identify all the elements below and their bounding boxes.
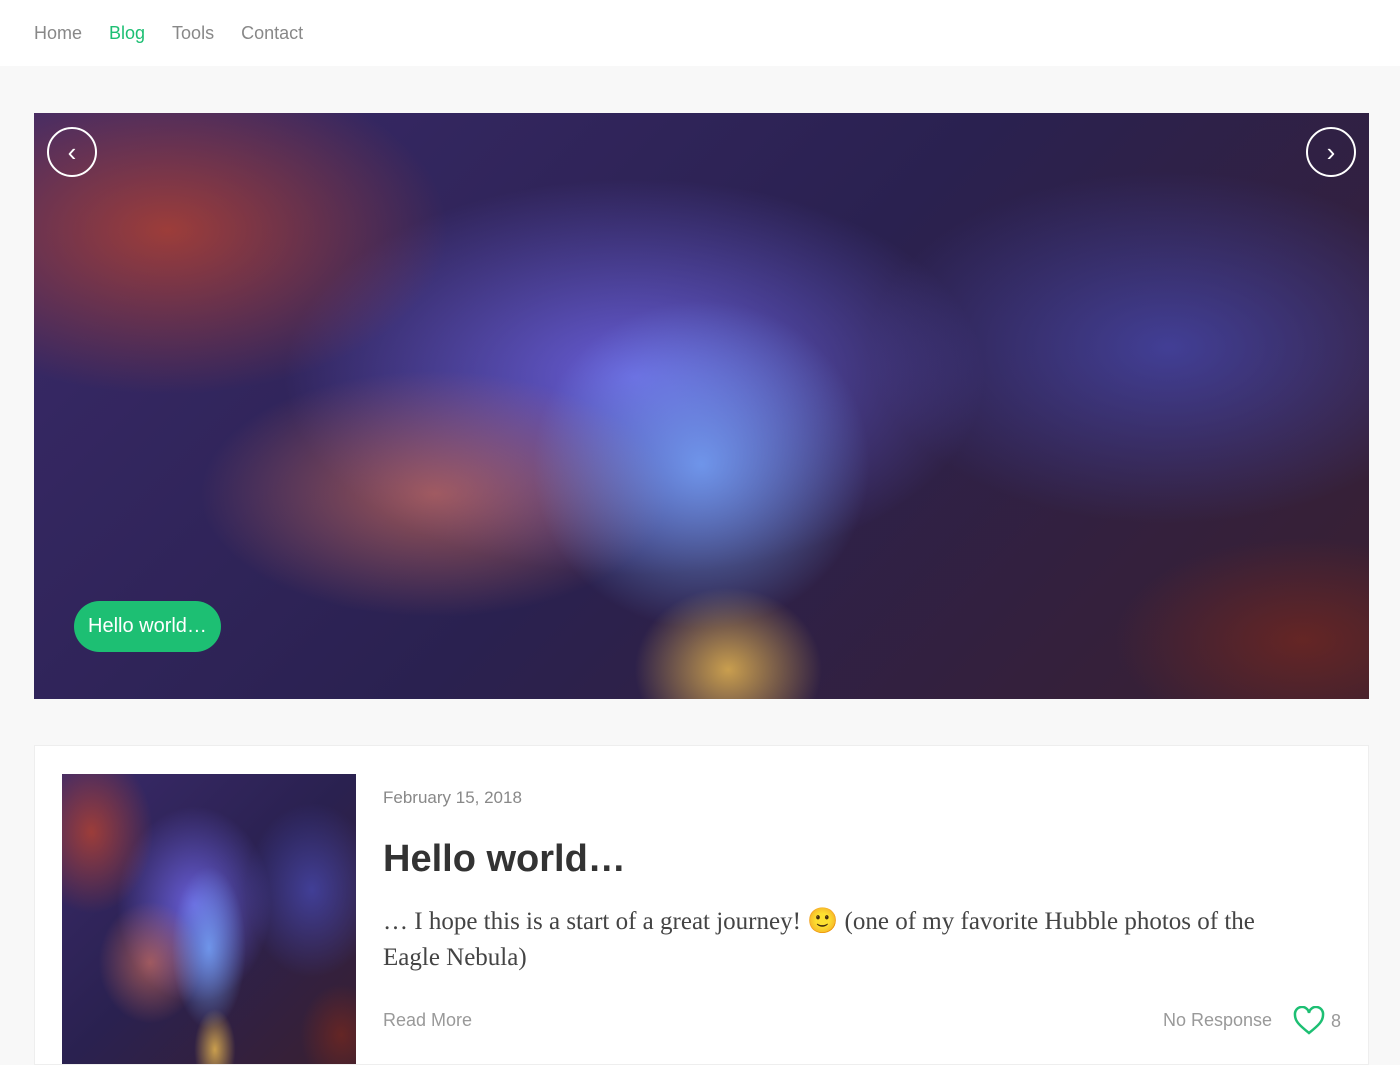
top-nav: Home Blog Tools Contact bbox=[0, 0, 1400, 66]
slider-prev-button[interactable]: ‹ bbox=[47, 127, 97, 177]
nav-home[interactable]: Home bbox=[34, 23, 82, 44]
post-excerpt: … I hope this is a start of a great jour… bbox=[383, 908, 1255, 971]
post-card: February 15, 2018 Hello world… … I hope … bbox=[34, 745, 1369, 1065]
slide-caption-link[interactable]: Hello world… bbox=[74, 601, 221, 652]
post-title[interactable]: Hello world… bbox=[383, 838, 626, 881]
like-button[interactable]: 8 bbox=[1293, 1006, 1341, 1036]
like-count: 8 bbox=[1331, 1010, 1342, 1031]
heart-icon bbox=[1293, 1006, 1325, 1035]
chevron-right-icon: › bbox=[1326, 136, 1336, 167]
chevron-left-icon: ‹ bbox=[67, 136, 77, 167]
nav-tools[interactable]: Tools bbox=[172, 23, 214, 44]
post-thumbnail[interactable] bbox=[62, 774, 356, 1064]
nav-blog[interactable]: Blog bbox=[109, 23, 145, 44]
hero-slider: ‹ › Hello world… bbox=[34, 113, 1369, 699]
slider-next-button[interactable]: › bbox=[1306, 127, 1356, 177]
post-date: February 15, 2018 bbox=[383, 788, 522, 807]
nav-contact[interactable]: Contact bbox=[241, 23, 303, 44]
response-count[interactable]: No Response bbox=[1163, 1010, 1272, 1031]
read-more-link[interactable]: Read More bbox=[383, 1010, 472, 1031]
